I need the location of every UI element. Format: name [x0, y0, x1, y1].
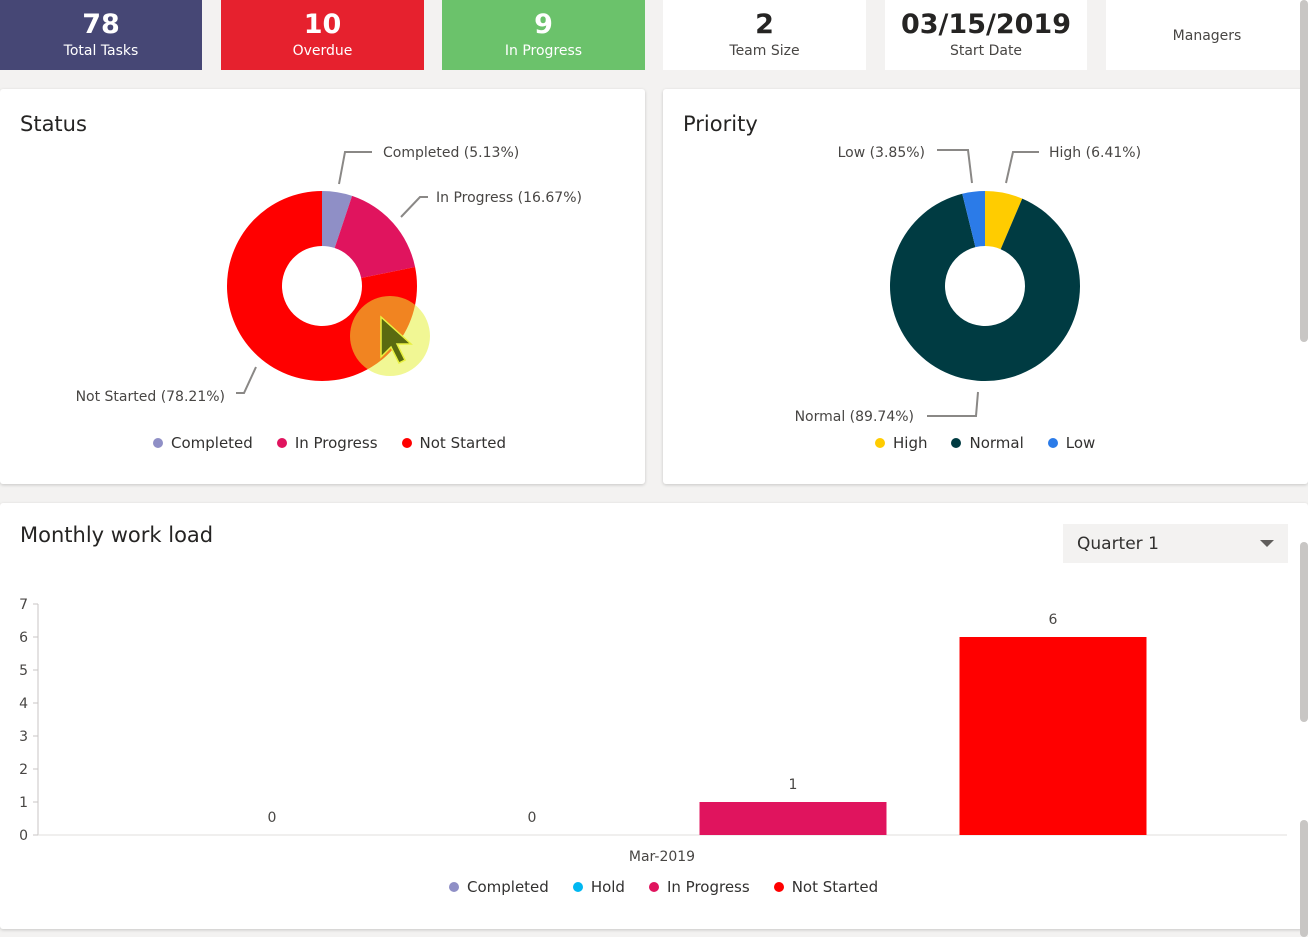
priority-card: Priority High (6.41%) Low (3.85%) Normal (… — [663, 89, 1308, 484]
legend-label: Not Started — [419, 434, 506, 452]
tile-start-date[interactable]: 03/15/2019 Start Date — [885, 0, 1087, 70]
total-tasks-label: Total Tasks — [63, 43, 139, 59]
y-tick-label: 2 — [19, 762, 28, 778]
start-date-label: Start Date — [949, 43, 1023, 59]
leader-line — [338, 151, 372, 185]
legend-dot-completed — [449, 882, 459, 892]
in-progress-label: In Progress — [504, 43, 583, 59]
y-tick-label: 1 — [19, 795, 28, 811]
x-category-label: Mar-2019 — [629, 849, 695, 865]
y-tick-label: 3 — [19, 729, 28, 745]
status-legend: Completed In Progress Not Started — [153, 434, 530, 452]
legend-dot-completed — [153, 438, 163, 448]
legend-completed[interactable]: Completed — [449, 878, 549, 896]
slice-label-not-started: Not Started (78.21%) — [76, 389, 225, 405]
workload-legend: Completed Hold In Progress Not Started — [449, 878, 902, 896]
managers-label: Managers — [1172, 28, 1242, 44]
team-size-value: 2 — [755, 9, 774, 40]
status-card: Status Completed (5.13%) In Progress (16.… — [0, 89, 645, 484]
priority-donut-chart: High (6.41%) Low (3.85%) Normal (89.74%) — [795, 145, 1141, 425]
team-size-label: Team Size — [729, 43, 800, 59]
overdue-value: 10 — [303, 9, 342, 40]
bar-value-label: 0 — [528, 810, 537, 826]
in-progress-value: 9 — [534, 9, 553, 40]
leader-line — [400, 196, 428, 218]
scrollbar-lower[interactable] — [1300, 820, 1308, 937]
y-tick-label: 7 — [19, 597, 28, 613]
y-tick-label: 5 — [19, 663, 28, 679]
legend-not-started[interactable]: Not Started — [401, 434, 506, 452]
legend-hold[interactable]: Hold — [572, 878, 625, 896]
start-date-value: 03/15/2019 — [900, 9, 1071, 40]
slice-label-low: Low (3.85%) — [838, 145, 925, 161]
legend-dot-high — [875, 438, 885, 448]
leader-line — [937, 149, 973, 184]
leader-line — [927, 391, 979, 417]
y-tick-label: 6 — [19, 630, 28, 646]
tile-in-progress[interactable]: 9 In Progress — [442, 0, 645, 70]
total-tasks-value: 78 — [82, 9, 120, 40]
legend-dot-not-started — [401, 438, 412, 448]
tile-total-tasks[interactable]: 78 Total Tasks — [0, 0, 202, 70]
legend-dot-in-progress — [648, 882, 659, 892]
legend-label: High — [893, 434, 928, 452]
scrollbar-bottom[interactable] — [1300, 542, 1308, 722]
bar-in-progress[interactable] — [699, 802, 887, 835]
legend-label: In Progress — [666, 878, 750, 896]
workload-card: Monthly work load 0 1 2 3 4 5 6 7 0 0 1 6 Mar-2019 C… — [0, 503, 1308, 929]
slice-label-normal: Normal (89.74%) — [795, 409, 914, 425]
slice-label-high: High (6.41%) — [1049, 145, 1141, 161]
tile-managers[interactable]: Managers — [1106, 0, 1308, 70]
slice-label-completed: Completed (5.13%) — [383, 145, 519, 161]
legend-completed[interactable]: Completed — [153, 434, 253, 452]
y-tick-label: 0 — [19, 828, 28, 844]
legend-label: Completed — [171, 434, 253, 452]
quarter-dropdown-value: Quarter 1 — [1077, 533, 1159, 554]
status-donut-chart: Completed (5.13%) In Progress (16.67%) Not… — [76, 145, 582, 405]
legend-low[interactable]: Low — [1047, 434, 1096, 452]
leader-line — [236, 366, 257, 394]
legend-label: Completed — [467, 878, 549, 896]
legend-in-progress[interactable]: In Progress — [276, 434, 378, 452]
legend-dot-low — [1047, 438, 1058, 448]
tile-team-size[interactable]: 2 Team Size — [663, 0, 866, 70]
legend-label: Low — [1065, 434, 1096, 452]
legend-label: Not Started — [791, 878, 879, 896]
legend-not-started[interactable]: Not Started — [773, 878, 879, 896]
legend-label: Hold — [590, 878, 625, 896]
legend-dot-normal — [951, 438, 962, 448]
priority-legend: High Normal Low — [875, 434, 1119, 452]
legend-dot-hold — [572, 882, 583, 892]
overdue-label: Overdue — [292, 43, 353, 59]
legend-dot-not-started — [773, 882, 784, 892]
legend-in-progress[interactable]: In Progress — [648, 878, 750, 896]
bar-value-label: 1 — [789, 777, 798, 793]
y-tick-label: 4 — [19, 696, 28, 712]
legend-label: Normal — [969, 434, 1024, 452]
bar-value-label: 6 — [1049, 612, 1058, 628]
bar-not-started[interactable] — [959, 637, 1147, 835]
scrollbar-top[interactable] — [1300, 0, 1308, 342]
quarter-dropdown[interactable]: Quarter 1 — [1063, 524, 1288, 563]
tile-overdue[interactable]: 10 Overdue — [221, 0, 424, 70]
chevron-down-icon — [1260, 540, 1274, 547]
legend-dot-in-progress — [276, 438, 287, 448]
legend-label: In Progress — [294, 434, 378, 452]
workload-bar-chart: 0 1 2 3 4 5 6 7 0 0 1 6 Mar-2019 — [19, 597, 1287, 865]
legend-high[interactable]: High — [875, 434, 927, 452]
slice-label-in-progress: In Progress (16.67%) — [436, 190, 582, 206]
bar-value-label: 0 — [268, 810, 277, 826]
leader-line — [1005, 151, 1039, 184]
legend-normal[interactable]: Normal — [951, 434, 1024, 452]
